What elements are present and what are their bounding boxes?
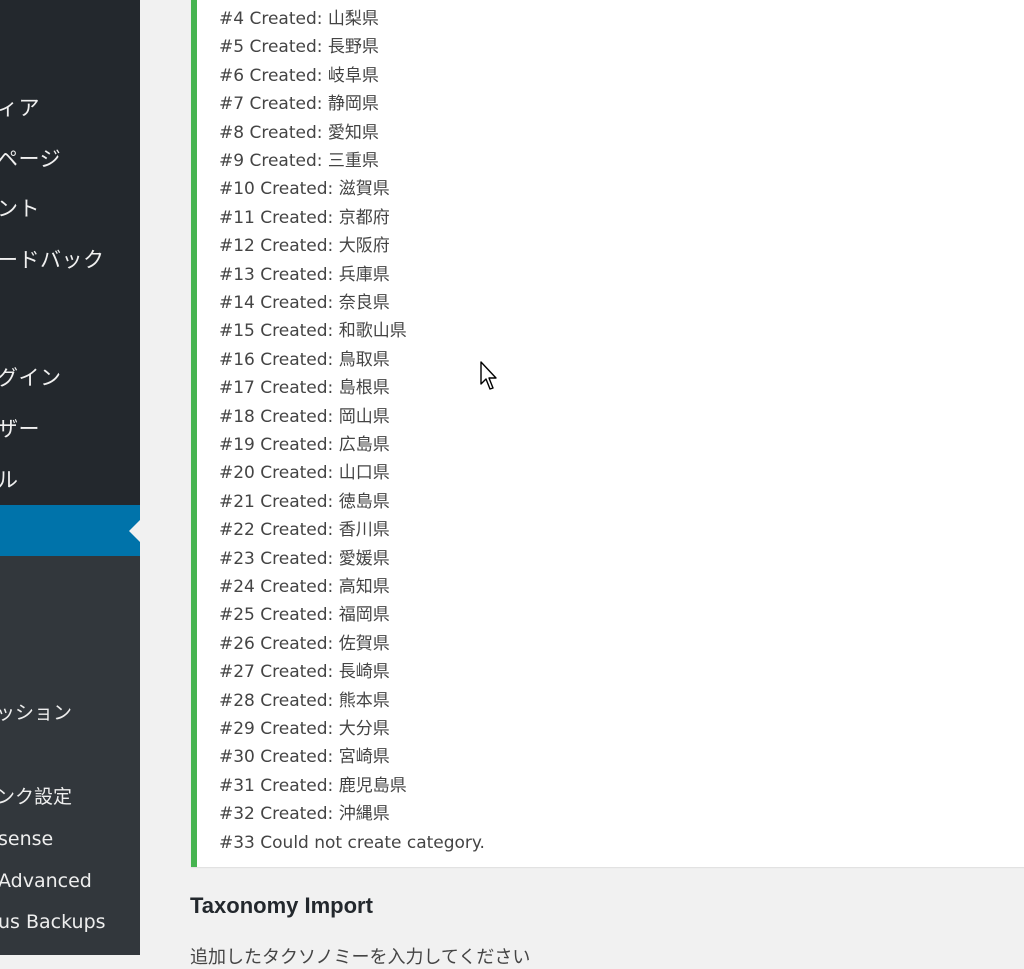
log-line: #32 Created: 沖縄県 [219, 804, 390, 825]
log-line: #14 Created: 奈良県 [219, 293, 390, 313]
log-line: #21 Created: 徳島県 [219, 491, 390, 512]
log-line: #9 Created: 三重県 [219, 151, 379, 171]
log-line: #7 Created: 静岡県 [219, 94, 379, 115]
submenu-item-adsense[interactable]: sense [0, 827, 138, 851]
log-line: #31 Created: 鹿児島県 [219, 775, 407, 796]
log-line: #18 Created: 岡山県 [219, 406, 390, 427]
submenu-item-backups[interactable]: us Backups [0, 910, 138, 934]
log-line: #17 Created: 島根県 [219, 378, 390, 399]
sidebar-item-comments[interactable]: ント [0, 196, 137, 222]
log-line: #15 Created: 和歌山県 [219, 321, 407, 342]
log-line: #12 Created: 大阪府 [219, 236, 390, 257]
sidebar-item-feedback[interactable]: ードバック [0, 247, 137, 273]
log-line: #29 Created: 大分県 [219, 719, 390, 739]
sidebar-item-tools[interactable]: ル [0, 467, 137, 493]
log-line: #11 Created: 京都府 [219, 207, 390, 228]
section-title: Taxonomy Import [190, 893, 373, 918]
sidebar-item-users[interactable]: ザー [0, 416, 137, 442]
submenu-item-session[interactable]: ッション [0, 701, 136, 725]
log-line: #27 Created: 長崎県 [219, 662, 390, 683]
log-line: #22 Created: 香川県 [219, 520, 390, 541]
log-line: #20 Created: 山口県 [219, 463, 390, 484]
sidebar-item-media[interactable]: ィア [0, 95, 137, 121]
log-line: #30 Created: 宮崎県 [219, 747, 390, 768]
log-line: #16 Created: 鳥取県 [219, 349, 390, 370]
log-line: #23 Created: 愛媛県 [219, 548, 390, 569]
log-line: #10 Created: 滋賀県 [219, 179, 390, 200]
log-line: #24 Created: 高知県 [219, 577, 390, 597]
log-line: #13 Created: 兵庫県 [219, 264, 390, 285]
log-line: #33 Could not create category. [219, 832, 485, 853]
mouse-cursor-icon [480, 361, 497, 390]
sidebar-item-pages[interactable]: ページ [0, 146, 137, 172]
log-line: #28 Created: 熊本県 [219, 690, 390, 711]
sidebar-item-plugins[interactable]: グイン [0, 365, 137, 391]
log-line: #19 Created: 広島県 [219, 435, 390, 455]
log-line: #6 Created: 岐阜県 [219, 65, 379, 86]
sidebar-item-settings-current[interactable] [0, 505, 140, 556]
submenu-item-advanced[interactable]: Advanced [0, 869, 138, 893]
log-line: #8 Created: 愛知県 [219, 122, 379, 143]
log-line: #25 Created: 福岡県 [219, 605, 390, 626]
admin-sidebar: ィア ページ ント ードバック グイン ザー ル ッション ンク設定 sense… [0, 0, 140, 955]
sidebar-submenu: ッション ンク設定 sense Advanced us Backups [0, 556, 140, 955]
log-line: #4 Created: 山梨県 [219, 9, 379, 29]
log-line: #26 Created: 佐賀県 [219, 633, 390, 654]
section-description: 追加したタクソノミーを入力してください [190, 947, 531, 968]
import-result-notice: #4 Created: 山梨県 #5 Created: 長野県 #6 Created… [191, 0, 1024, 867]
submenu-item-link-settings[interactable]: ンク設定 [0, 785, 136, 809]
log-line: #5 Created: 長野県 [219, 37, 379, 58]
